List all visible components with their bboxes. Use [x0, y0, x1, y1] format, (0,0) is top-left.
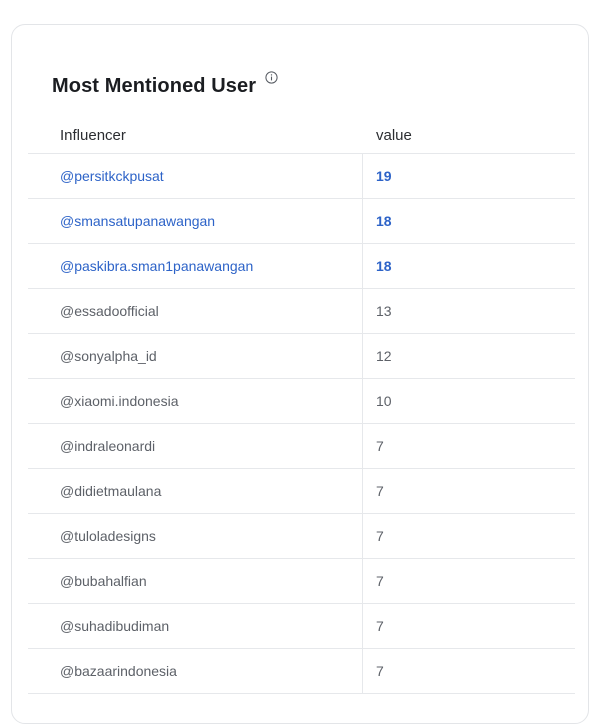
- mention-count-value: 13: [376, 303, 392, 319]
- influencer-username: @didietmaulana: [28, 469, 363, 513]
- influencer-username[interactable]: @paskibra.sman1panawangan: [28, 244, 363, 288]
- mention-count-value: 19: [376, 168, 392, 184]
- most-mentioned-user-card: Most Mentioned User Influencer value @pe…: [11, 24, 589, 724]
- influencer-username[interactable]: @persitkckpusat: [28, 154, 363, 198]
- column-header-value[interactable]: value: [363, 117, 412, 153]
- table-header: Influencer value: [28, 117, 575, 154]
- table-row[interactable]: @xiaomi.indonesia 10: [28, 379, 575, 424]
- table-row[interactable]: @suhadibudiman 7: [28, 604, 575, 649]
- influencer-username[interactable]: @smansatupanawangan: [28, 199, 363, 243]
- table-row[interactable]: @paskibra.sman1panawangan 18: [28, 244, 575, 289]
- mention-count-value: 10: [376, 393, 392, 409]
- table-row[interactable]: @essadoofficial 13: [28, 289, 575, 334]
- influencer-username: @bazaarindonesia: [28, 649, 363, 693]
- mention-count-value: 18: [376, 213, 392, 229]
- mention-count-value: 7: [376, 528, 384, 544]
- influencer-username: @xiaomi.indonesia: [28, 379, 363, 423]
- influencer-username: @indraleonardi: [28, 424, 363, 468]
- mention-count-value: 18: [376, 258, 392, 274]
- mention-count-value: 12: [376, 348, 392, 364]
- table-row[interactable]: @smansatupanawangan 18: [28, 199, 575, 244]
- mention-count-value: 7: [376, 438, 384, 454]
- table-row[interactable]: @tuloladesigns 7: [28, 514, 575, 559]
- table-row[interactable]: @sonyalpha_id 12: [28, 334, 575, 379]
- table-row[interactable]: @bazaarindonesia 7: [28, 649, 575, 694]
- table-body: @persitkckpusat 19 @smansatupanawangan 18 @p…: [28, 154, 575, 694]
- influencer-username: @essadoofficial: [28, 289, 363, 333]
- card-header: Most Mentioned User: [52, 71, 278, 98]
- table-row[interactable]: @persitkckpusat 19: [28, 154, 575, 199]
- influencer-username: @sonyalpha_id: [28, 334, 363, 378]
- column-header-influencer[interactable]: Influencer: [28, 117, 363, 153]
- mention-count-value: 7: [376, 483, 384, 499]
- info-circle-icon[interactable]: [265, 71, 278, 84]
- mention-count-value: 7: [376, 573, 384, 589]
- mention-count-value: 7: [376, 618, 384, 634]
- influencer-table: Influencer value @persitkckpusat 19 @smans…: [28, 117, 575, 694]
- mention-count-value: 7: [376, 663, 384, 679]
- influencer-username: @bubahalfian: [28, 559, 363, 603]
- influencer-username: @suhadibudiman: [28, 604, 363, 648]
- card-title: Most Mentioned User: [52, 75, 257, 97]
- influencer-username: @tuloladesigns: [28, 514, 363, 558]
- table-row[interactable]: @indraleonardi 7: [28, 424, 575, 469]
- table-row[interactable]: @didietmaulana 7: [28, 469, 575, 514]
- table-row[interactable]: @bubahalfian 7: [28, 559, 575, 604]
